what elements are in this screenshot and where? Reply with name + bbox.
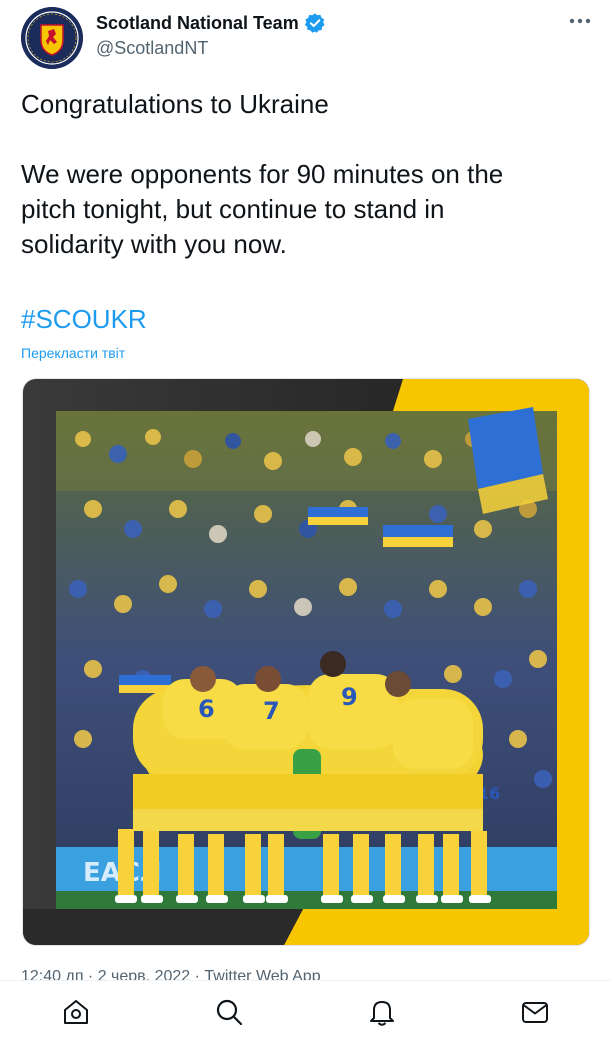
display-name[interactable]: Scotland National Team xyxy=(96,13,299,34)
home-icon[interactable] xyxy=(60,996,92,1028)
avatar[interactable] xyxy=(21,7,83,69)
tweet-header: Scotland National Team @ScotlandNT xyxy=(0,0,611,80)
svg-text:6: 6 xyxy=(198,695,215,723)
hashtag-link[interactable]: #SCOUKR xyxy=(21,304,147,335)
tweet-line-2: We were opponents for 90 minutes on the xyxy=(21,159,504,189)
tweet-media-image[interactable]: ЕАСЛ 6 7 9 17 5 16 xyxy=(22,378,590,946)
notifications-icon[interactable] xyxy=(366,996,398,1028)
search-icon[interactable] xyxy=(213,996,245,1028)
tweet-line-1: Congratulations to Ukraine xyxy=(21,89,329,119)
timestamp-text: 12:40 дп · 2 черв. 2022 · Twitter Web Ap… xyxy=(21,968,321,980)
tweet-line-4: solidarity with you now. xyxy=(21,229,287,259)
handle[interactable]: @ScotlandNT xyxy=(96,38,208,59)
team-huddle-photo: ЕАСЛ 6 7 9 17 5 16 xyxy=(23,379,589,945)
translate-tweet-link[interactable]: Перекласти твіт xyxy=(21,345,125,361)
name-row: Scotland National Team xyxy=(96,11,326,35)
tweet-line: Congratulations to Ukraine xyxy=(21,87,591,122)
tweet-timestamp[interactable]: 12:40 дп · 2 черв. 2022 · Twitter Web Ap… xyxy=(21,966,591,980)
verified-badge-icon xyxy=(304,13,325,33)
tweet-text: Congratulations to Ukraine We were oppon… xyxy=(21,87,591,262)
svg-text:9: 9 xyxy=(341,683,358,711)
more-options-icon[interactable] xyxy=(566,10,594,32)
scotland-crest-icon xyxy=(21,7,83,69)
bottom-navigation xyxy=(0,980,611,1041)
svg-text:7: 7 xyxy=(263,697,280,725)
tweet-line-3: pitch tonight, but continue to stand in xyxy=(21,194,445,224)
ukraine-flag-icon xyxy=(335,91,371,115)
messages-icon[interactable] xyxy=(519,996,551,1028)
